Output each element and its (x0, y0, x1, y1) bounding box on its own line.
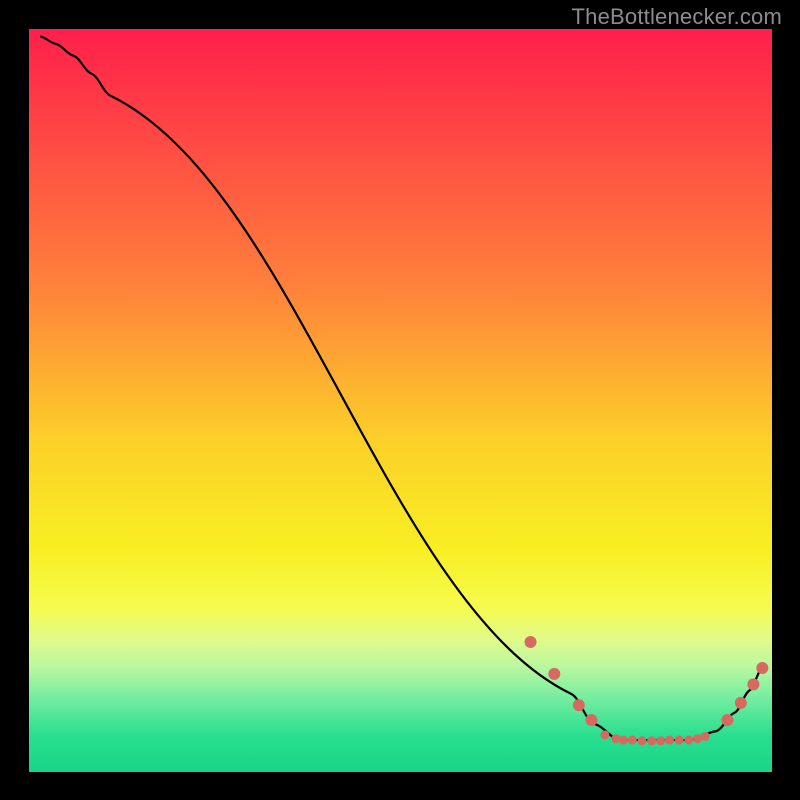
data-point (585, 714, 597, 726)
data-point (701, 732, 710, 741)
plot-background (29, 29, 772, 772)
data-point (684, 736, 693, 745)
data-point (573, 699, 585, 711)
data-point (647, 736, 656, 745)
data-point (548, 668, 560, 680)
data-point (628, 736, 637, 745)
data-point (600, 730, 609, 739)
chart-stage: TheBottlenecker.com (0, 0, 800, 800)
data-point (675, 736, 684, 745)
data-point (656, 736, 665, 745)
data-point (665, 736, 674, 745)
data-point (525, 636, 537, 648)
data-point (721, 714, 733, 726)
data-point (735, 697, 747, 709)
chart-svg (0, 0, 800, 800)
data-point (756, 662, 768, 674)
data-point (619, 736, 628, 745)
data-point (637, 736, 646, 745)
data-point (611, 734, 620, 743)
data-point (747, 678, 759, 690)
attribution-text: TheBottlenecker.com (572, 4, 782, 30)
